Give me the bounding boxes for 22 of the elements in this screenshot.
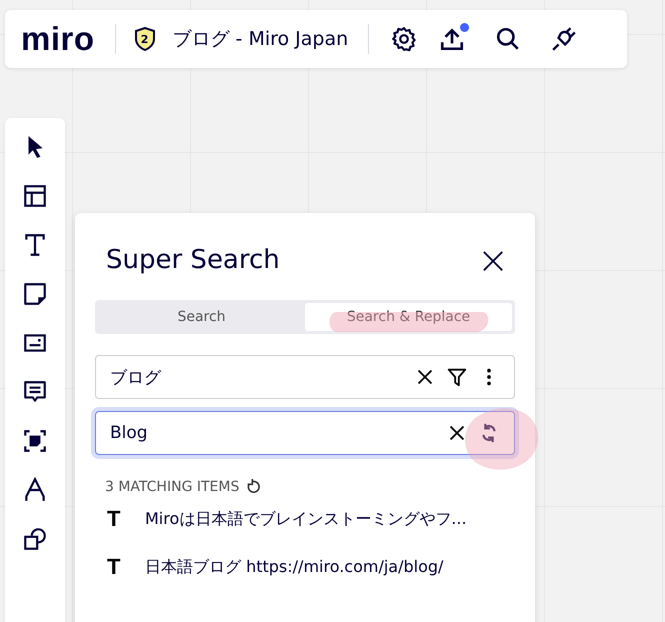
- result-item[interactable]: T 日本語ブログ https://miro.com/ja/blog/: [95, 543, 515, 591]
- refresh-icon[interactable]: [245, 479, 262, 495]
- upload-icon[interactable]: [439, 26, 466, 52]
- settings-icon[interactable]: [391, 26, 418, 52]
- sticky-note-icon[interactable]: [22, 281, 48, 307]
- tab[interactable]: Search: [98, 303, 305, 331]
- board-title[interactable]: ブログ - Miro Japan: [172, 26, 348, 52]
- plan-badge: 2: [134, 27, 156, 51]
- logo[interactable]: miro: [21, 20, 95, 58]
- shapes-icon[interactable]: [22, 526, 48, 552]
- search-icon[interactable]: [495, 26, 522, 52]
- filter-icon[interactable]: [446, 366, 468, 388]
- frame-icon[interactable]: [22, 428, 48, 454]
- panel-title: Super Search: [106, 245, 280, 275]
- result-count: 3 MATCHING ITEMS: [105, 479, 240, 495]
- close-button[interactable]: ×: [471, 241, 515, 279]
- result-item[interactable]: T Miroは日本語でブレインストーミングやフ...: [95, 495, 515, 543]
- text-type-icon: T: [107, 506, 125, 532]
- text-type-icon: T: [107, 554, 125, 580]
- search-field[interactable]: ブログ: [95, 355, 515, 399]
- plug-icon[interactable]: [551, 26, 578, 52]
- template-icon[interactable]: [22, 183, 48, 209]
